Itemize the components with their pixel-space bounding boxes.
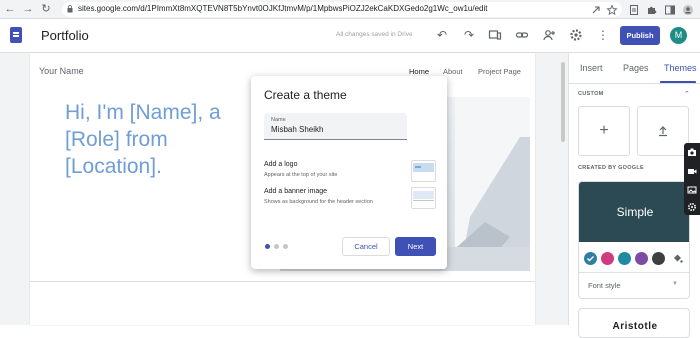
settings-gear-icon[interactable] [569,28,583,42]
more-options-icon[interactable]: ⋮ [596,28,610,42]
upload-theme-button[interactable] [637,106,689,156]
publish-button[interactable]: Publish [620,26,660,45]
paint-bucket-icon[interactable] [671,252,684,265]
tab-insert[interactable]: Insert [580,63,603,73]
site-title[interactable]: Portfolio [41,28,89,43]
nav-link-project-page[interactable]: Project Page [478,67,521,76]
screenshot-camera-icon[interactable] [687,147,697,157]
dialog-title: Create a theme [264,88,347,102]
reload-icon[interactable]: ↻ [40,3,52,15]
color-swatch[interactable] [601,252,614,265]
avatar[interactable]: M [670,27,687,44]
step-dot-3 [283,244,288,249]
color-swatch-selected[interactable] [584,252,597,265]
preview-devices-icon[interactable] [488,28,502,42]
add-banner-title[interactable]: Add a banner image [264,188,327,195]
share-icon[interactable] [590,3,602,15]
site-name[interactable]: Your Name [39,66,84,76]
extension-doc-icon[interactable] [628,3,640,15]
share-add-person-icon[interactable] [542,28,556,42]
link-icon[interactable] [515,28,529,42]
url-text: sites.google.com/d/1PImmXt8mXQTEVN8T5bYn… [78,4,488,13]
address-bar[interactable]: sites.google.com/d/1PImmXt8mXQTEVN8T5bYn… [62,2,622,17]
add-logo-subtitle: Appears at the top of your site [264,172,338,178]
forward-icon[interactable]: → [22,3,34,15]
save-status: All changes saved in Drive [336,31,413,38]
color-swatch[interactable] [618,252,631,265]
side-panel-icon[interactable] [664,3,676,15]
add-banner-thumbnail[interactable] [411,187,436,209]
sites-header: Portfolio All changes saved in Drive ↶ ↷… [0,19,700,53]
section-divider [30,281,535,282]
theme-name-value[interactable]: Misbah Sheikh [271,125,323,134]
redo-icon[interactable]: ↷ [462,28,476,42]
theme-name-field[interactable]: Name Misbah Sheikh [264,113,407,140]
step-dot-2 [274,244,279,249]
browser-toolbar: ← → ↻ sites.google.com/d/1PImmXt8mXQTEVN… [0,0,700,19]
bookmark-star-icon[interactable] [606,3,618,16]
theme-card-simple[interactable]: Simple Font style ▼ [578,181,690,299]
add-logo-thumbnail[interactable] [411,160,436,182]
undo-icon[interactable]: ↶ [435,28,449,42]
profile-icon[interactable] [682,3,694,15]
font-style-dropdown[interactable]: Font style ▼ [579,272,689,296]
next-button[interactable]: Next [395,237,436,256]
cancel-button[interactable]: Cancel [342,237,390,256]
create-theme-dialog: Create a theme Name Misbah Sheikh Add a … [251,76,447,269]
custom-section-header: CUSTOM [578,91,604,97]
check-icon [587,256,594,262]
add-logo-title[interactable]: Add a logo [264,161,297,168]
hero-heading[interactable]: Hi, I'm [Name], a [Role] from [Location]… [65,99,265,180]
collapse-chevron-icon[interactable]: ⌃ [684,90,690,98]
theme-preview: Simple [579,182,689,242]
color-swatch[interactable] [652,252,665,265]
tabs-divider [569,83,700,84]
side-panel: Insert Pages Themes CUSTOM ⌃ + CREATED B… [568,53,700,338]
canvas-scrollbar[interactable] [561,62,565,142]
theme-card-aristotle[interactable]: Aristotle [578,308,690,338]
nav-link-home[interactable]: Home [409,67,429,76]
theme-name-label: Name [271,117,286,123]
tab-pages[interactable]: Pages [623,63,649,73]
upload-icon [659,126,667,137]
floating-toolbar [684,143,700,215]
extensions-puzzle-icon[interactable] [646,3,658,15]
nav-link-about[interactable]: About [443,67,463,76]
color-swatch[interactable] [635,252,648,265]
image-gallery-icon[interactable] [687,185,697,195]
step-dot-1 [265,244,270,249]
back-icon[interactable]: ← [4,3,16,15]
google-sites-logo-icon[interactable] [10,27,22,43]
video-icon[interactable] [687,166,697,176]
add-banner-subtitle: Shows as background for the header secti… [264,199,373,205]
font-style-label: Font style [588,281,621,290]
tab-themes[interactable]: Themes [664,63,697,73]
created-by-google-header: CREATED BY GOOGLE [578,165,645,171]
add-custom-theme-button[interactable]: + [578,106,630,156]
theme-name: Aristotle [612,321,658,332]
lock-icon [67,5,73,13]
toolbar-settings-icon[interactable] [687,202,697,212]
dropdown-arrow-icon: ▼ [672,281,678,287]
